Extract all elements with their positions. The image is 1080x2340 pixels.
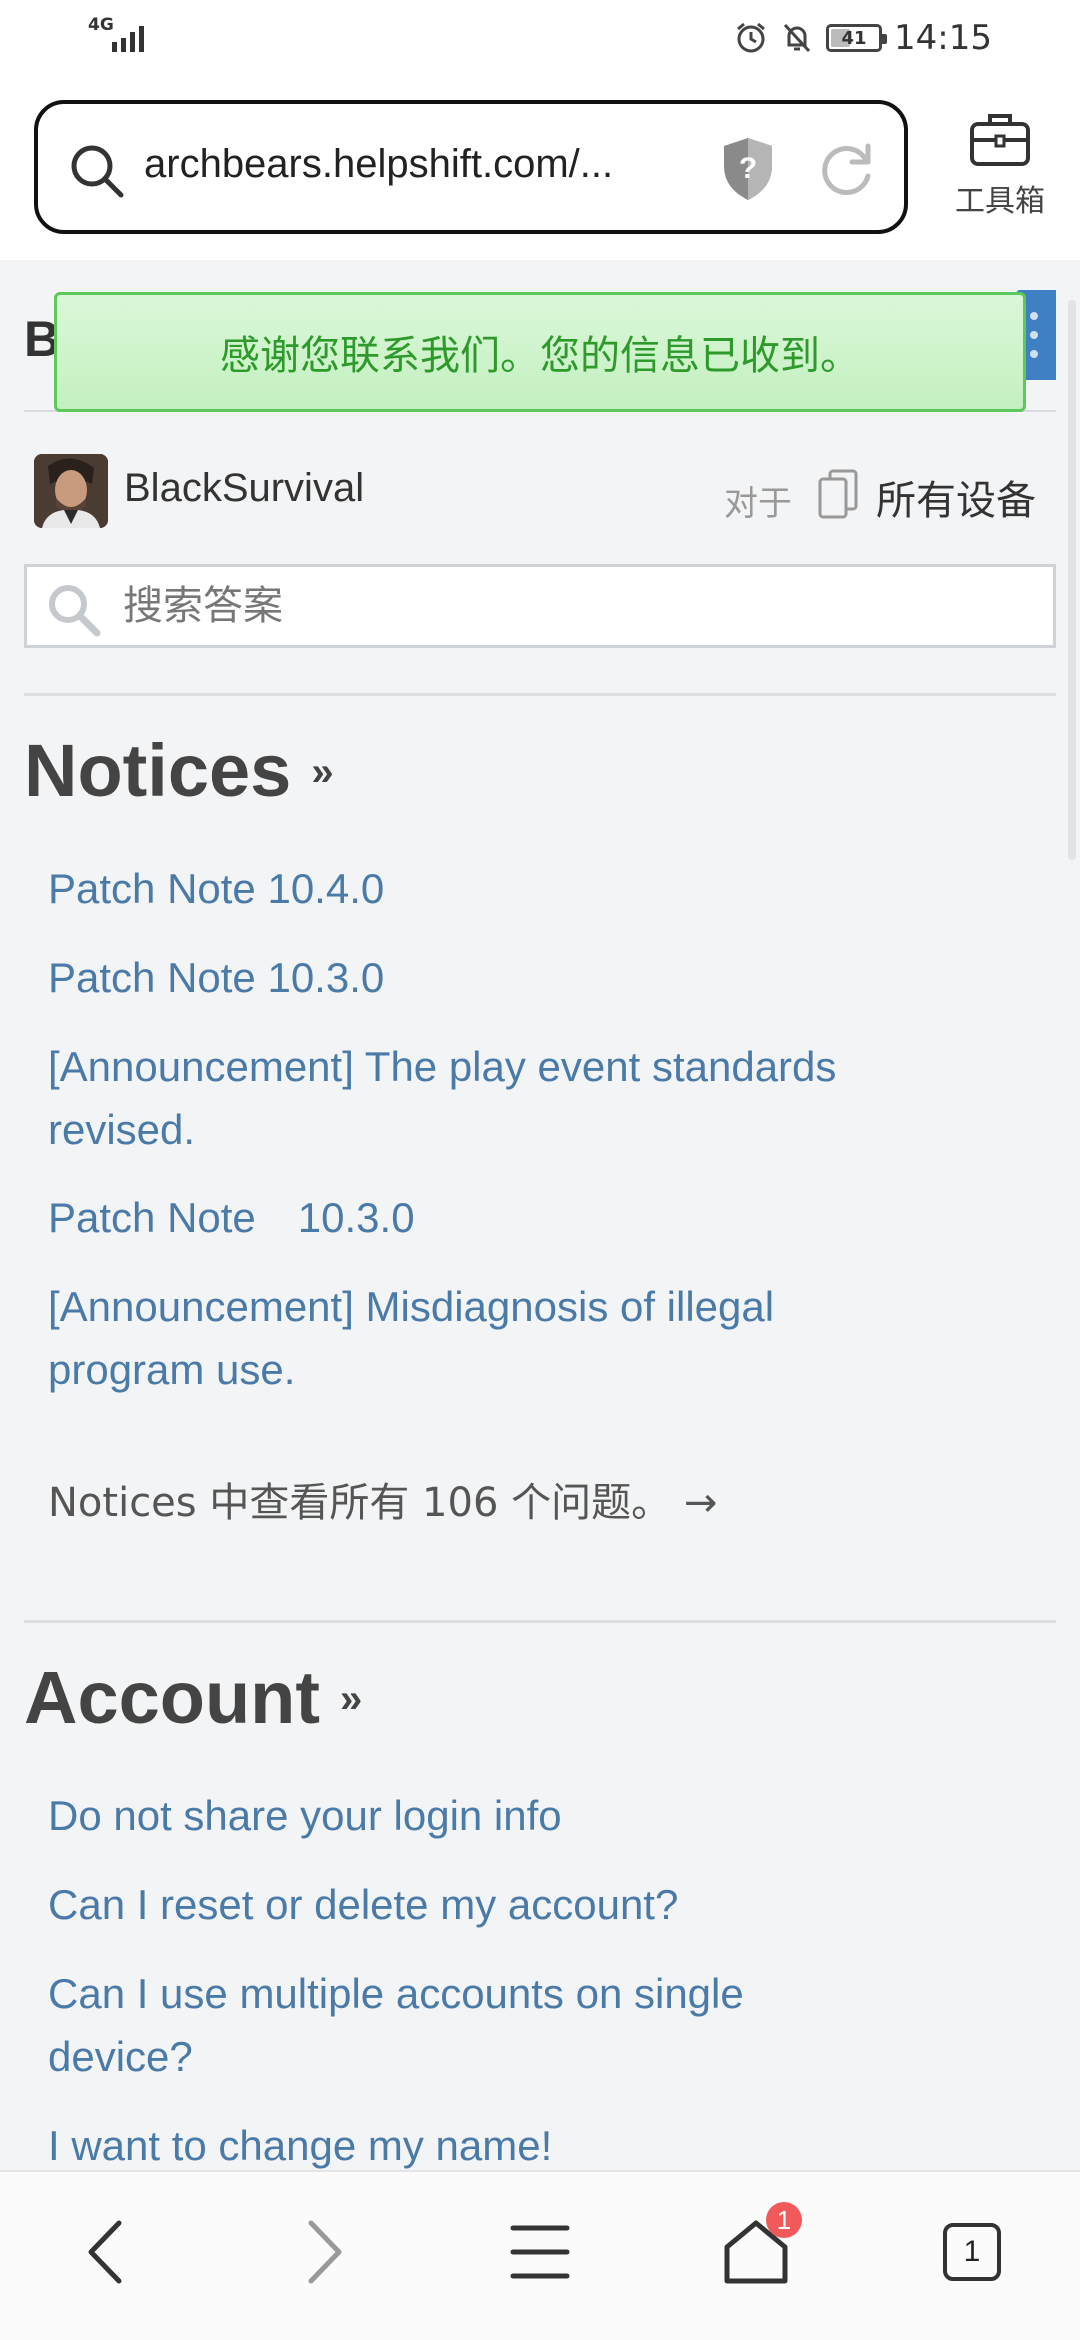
status-bar: 4G 41 14:15 <box>0 0 1080 80</box>
app-avatar <box>34 454 108 528</box>
search-input[interactable] <box>123 575 1023 637</box>
faq-link[interactable]: Do not share your login info <box>48 1784 968 1847</box>
back-button[interactable] <box>56 2202 156 2302</box>
url-text[interactable]: archbears.helpshift.com/... <box>144 142 664 187</box>
section-divider <box>24 1620 1056 1623</box>
app-row: BlackSurvival 对于 所有设备 <box>34 454 1054 534</box>
faq-link[interactable]: Patch Note 10.3.0 <box>48 946 968 1009</box>
faq-link[interactable]: [Announcement] Misdiagnosis of illegal p… <box>48 1275 928 1401</box>
page-content: B 感谢您联系我们。您的信息已收到。 BlackSurvival 对于 所有设备 <box>0 260 1080 2170</box>
section-title-account[interactable]: Account» <box>24 1655 362 1740</box>
alarm-icon <box>737 22 765 53</box>
browser-header: archbears.helpshift.com/... ? 工具箱 <box>0 80 1080 260</box>
tab-count: 1 <box>943 2223 1001 2281</box>
devices-selector[interactable]: 所有设备 <box>876 468 1036 526</box>
chevron-right-icon <box>308 2220 342 2284</box>
reload-icon[interactable] <box>816 138 878 200</box>
address-bar[interactable]: archbears.helpshift.com/... ? <box>34 100 908 234</box>
toolbox-label: 工具箱 <box>955 184 1045 219</box>
answer-search-box[interactable] <box>24 564 1056 648</box>
clock: 14:15 <box>894 18 992 58</box>
section-title-notices[interactable]: Notices» <box>24 728 334 813</box>
faq-link[interactable]: I want to change my name! <box>48 2114 968 2170</box>
toolbox-icon <box>970 114 1030 166</box>
home-button[interactable]: 1 <box>706 2202 806 2302</box>
svg-text:?: ? <box>739 152 757 185</box>
app-name: BlackSurvival <box>124 466 365 510</box>
raquo-icon: » <box>340 1676 363 1721</box>
security-shield-icon[interactable]: ? <box>718 134 778 204</box>
chevron-left-icon <box>88 2220 122 2284</box>
faq-link[interactable]: Patch Note 10.3.0 <box>48 1186 968 1249</box>
search-icon <box>49 585 101 637</box>
menu-icon <box>510 2225 570 2279</box>
menu-button[interactable] <box>490 2202 590 2302</box>
faq-link[interactable]: [Announcement] The play event standards … <box>48 1035 928 1161</box>
forward-button[interactable] <box>274 2202 374 2302</box>
status-right: 41 14:15 <box>734 18 992 58</box>
search-icon <box>71 145 124 198</box>
bottom-navigation: 1 1 <box>0 2170 1080 2340</box>
section-divider <box>24 693 1056 696</box>
faq-link[interactable]: Can I use multiple accounts on single de… <box>48 1962 868 2088</box>
scrollbar[interactable] <box>1068 300 1076 860</box>
battery-indicator: 41 <box>826 24 888 52</box>
notification-badge: 1 <box>766 2202 802 2238</box>
raquo-icon: » <box>311 749 334 794</box>
faq-link[interactable]: Can I reset or delete my account? <box>48 1873 968 1936</box>
signal-icon <box>112 26 144 52</box>
toolbox-button[interactable]: 工具箱 <box>940 110 1060 220</box>
view-all-notices-link[interactable]: Notices 中查看所有 106 个问题。 → <box>48 1470 717 1528</box>
for-label: 对于 <box>724 484 792 524</box>
devices-icon[interactable] <box>816 468 860 520</box>
success-toast: 感谢您联系我们。您的信息已收到。 <box>54 292 1026 412</box>
faq-link[interactable]: Patch Note 10.4.0 <box>48 857 968 920</box>
mute-bell-icon <box>783 23 811 53</box>
tabs-button[interactable]: 1 <box>922 2202 1022 2302</box>
